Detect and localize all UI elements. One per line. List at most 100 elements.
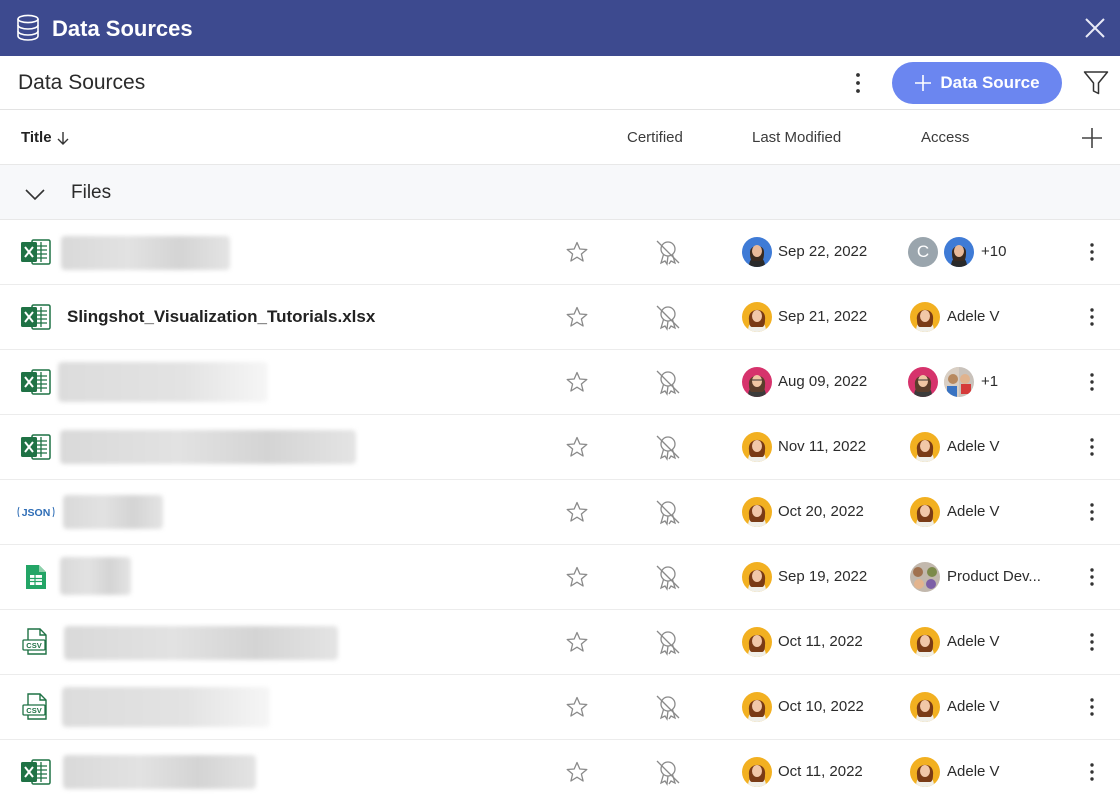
toolbar: Data Sources Data Source	[0, 56, 1120, 110]
data-source-list: Sep 22, 2022 C +10 Slingshot_Visualizati…	[0, 220, 1120, 798]
more-options-icon[interactable]	[848, 72, 868, 94]
avatar	[910, 432, 940, 462]
excel-file-icon	[21, 239, 51, 265]
column-last-modified[interactable]: Last Modified	[752, 129, 841, 146]
certified-off-icon	[656, 500, 680, 526]
row-more-options-icon[interactable]	[1083, 565, 1101, 589]
csv-file-icon: CSV	[22, 693, 47, 720]
json-file-icon: JSON	[17, 506, 55, 519]
avatar	[742, 367, 772, 397]
table-row[interactable]: JSON Oct 20, 2022 Adele V	[0, 480, 1120, 545]
avatar-initial-c: C	[908, 237, 938, 267]
last-modified-date: Sep 19, 2022	[778, 568, 868, 585]
table-row[interactable]: Sep 19, 2022 Product Dev...	[0, 545, 1120, 610]
avatar	[742, 302, 772, 332]
star-icon[interactable]	[565, 435, 589, 459]
excel-file-icon	[21, 369, 51, 395]
last-modified-date: Nov 11, 2022	[778, 438, 867, 455]
row-more-options-icon[interactable]	[1083, 435, 1101, 459]
add-column-icon[interactable]	[1081, 127, 1103, 149]
csv-file-icon: CSV	[22, 628, 47, 655]
column-title-sort[interactable]: Title	[21, 129, 70, 146]
avatar	[742, 627, 772, 657]
column-header-row: Title Certified Last Modified Access	[0, 110, 1120, 165]
sort-down-arrow-icon	[57, 131, 69, 145]
table-row[interactable]: Nov 11, 2022 Adele V	[0, 415, 1120, 480]
csv-label: CSV	[26, 706, 41, 715]
row-more-options-icon[interactable]	[1083, 760, 1101, 784]
table-row[interactable]: Oct 11, 2022 Adele V	[0, 740, 1120, 798]
close-icon[interactable]	[1084, 17, 1106, 39]
excel-file-icon	[21, 759, 51, 785]
avatar	[742, 692, 772, 722]
certified-off-icon	[656, 240, 680, 266]
avatar	[742, 432, 772, 462]
row-more-options-icon[interactable]	[1083, 500, 1101, 524]
page-title: Data Sources	[18, 71, 146, 94]
excel-file-icon	[21, 304, 51, 330]
group-label: Files	[71, 182, 112, 203]
star-icon[interactable]	[565, 240, 589, 264]
blurred-file-name	[63, 755, 256, 789]
avatar	[910, 692, 940, 722]
last-modified-date: Sep 22, 2022	[778, 243, 868, 260]
csv-label: CSV	[26, 641, 41, 650]
avatar	[910, 497, 940, 527]
json-label: JSON	[22, 507, 51, 519]
access-user-name: Adele V	[947, 763, 1000, 780]
access-user-name: Adele V	[947, 698, 1000, 715]
star-icon[interactable]	[565, 630, 589, 654]
access-user-name: Adele V	[947, 308, 1000, 325]
blurred-file-name	[60, 430, 356, 464]
access-user-name: Adele V	[947, 503, 1000, 520]
group-avatar	[944, 367, 974, 397]
blurred-file-name	[58, 362, 268, 402]
column-access[interactable]: Access	[921, 129, 969, 146]
group-header-files[interactable]: Files	[0, 165, 1120, 220]
file-name[interactable]: Slingshot_Visualization_Tutorials.xlsx	[67, 307, 375, 327]
certified-off-icon	[656, 760, 680, 786]
avatar	[742, 237, 772, 267]
avatar	[742, 562, 772, 592]
last-modified-date: Oct 11, 2022	[778, 763, 863, 780]
last-modified-date: Oct 10, 2022	[778, 698, 864, 715]
star-icon[interactable]	[565, 760, 589, 784]
table-row[interactable]: Slingshot_Visualization_Tutorials.xlsx S…	[0, 285, 1120, 350]
access-group-name: Product Dev...	[947, 568, 1041, 585]
table-row[interactable]: Sep 22, 2022 C +10	[0, 220, 1120, 285]
avatar	[908, 367, 938, 397]
row-more-options-icon[interactable]	[1083, 630, 1101, 654]
star-icon[interactable]	[565, 565, 589, 589]
table-row[interactable]: CSV Oct 11, 2022 Adele V	[0, 610, 1120, 675]
add-data-source-button[interactable]: Data Source	[892, 62, 1062, 104]
star-icon[interactable]	[565, 500, 589, 524]
row-more-options-icon[interactable]	[1083, 695, 1101, 719]
avatar	[910, 757, 940, 787]
column-certified[interactable]: Certified	[627, 129, 683, 146]
row-more-options-icon[interactable]	[1083, 370, 1101, 394]
row-more-options-icon[interactable]	[1083, 305, 1101, 329]
blurred-file-name	[61, 236, 230, 270]
table-row[interactable]: CSV Oct 10, 2022 Adele V	[0, 675, 1120, 740]
database-icon	[17, 14, 39, 41]
star-icon[interactable]	[565, 370, 589, 394]
excel-file-icon	[21, 434, 51, 460]
last-modified-date: Sep 21, 2022	[778, 308, 868, 325]
window-titlebar: Data Sources	[0, 0, 1120, 56]
star-icon[interactable]	[565, 695, 589, 719]
chevron-down-icon[interactable]	[24, 183, 46, 205]
star-icon[interactable]	[565, 305, 589, 329]
filter-icon[interactable]	[1083, 70, 1109, 96]
avatar	[910, 627, 940, 657]
table-row[interactable]: Aug 09, 2022 +1	[0, 350, 1120, 415]
blurred-file-name	[64, 626, 338, 660]
access-count: +1	[981, 373, 999, 390]
row-more-options-icon[interactable]	[1083, 240, 1101, 264]
group-avatar	[910, 562, 940, 592]
certified-off-icon	[656, 695, 680, 721]
certified-off-icon	[656, 435, 680, 461]
last-modified-date: Oct 20, 2022	[778, 503, 864, 520]
certified-off-icon	[656, 630, 680, 656]
blurred-file-name	[60, 557, 131, 595]
last-modified-date: Oct 11, 2022	[778, 633, 863, 650]
